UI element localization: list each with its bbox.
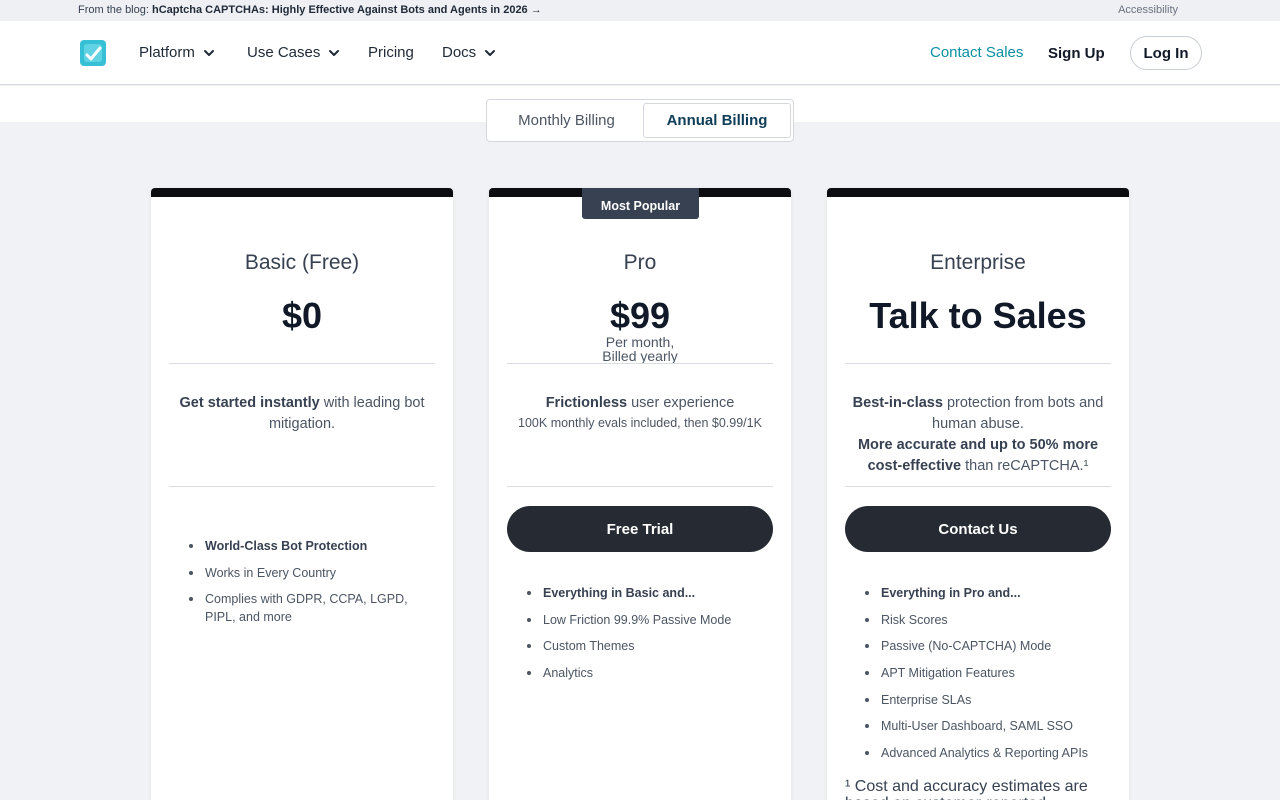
billing-toggle: Monthly Billing Annual Billing bbox=[486, 99, 794, 142]
most-popular-badge: Most Popular bbox=[582, 188, 699, 219]
feature-item: Complies with GDPR, CCPA, LGPD, PIPL, an… bbox=[187, 590, 427, 626]
feature-list: Everything in Basic and... Low Friction … bbox=[525, 584, 765, 691]
desc-small: 100K monthly evals included, then $0.99/… bbox=[518, 416, 762, 430]
monthly-billing-option[interactable]: Monthly Billing bbox=[490, 103, 643, 138]
feature-item: APT Mitigation Features bbox=[863, 664, 1103, 682]
contact-us-button[interactable]: Contact Us bbox=[845, 506, 1111, 552]
desc-rest: than reCAPTCHA.¹ bbox=[961, 458, 1089, 474]
chevron-down-icon bbox=[485, 49, 496, 56]
feature-item: World-Class Bot Protection bbox=[187, 537, 427, 555]
plan-card-enterprise: Enterprise Talk to Sales Best-in-class p… bbox=[827, 188, 1129, 800]
chevron-down-icon bbox=[203, 49, 214, 56]
nav-platform-label: Platform bbox=[139, 44, 195, 61]
feature-item: Multi-User Dashboard, SAML SSO bbox=[863, 717, 1103, 735]
price-subtext: Per month, Billed yearly bbox=[489, 335, 791, 363]
annual-billing-option[interactable]: Annual Billing bbox=[643, 103, 791, 138]
divider bbox=[507, 486, 773, 487]
footnote: ¹ Cost and accuracy estimates are based … bbox=[845, 778, 1088, 800]
feature-list: World-Class Bot Protection Works in Ever… bbox=[187, 537, 427, 635]
feature-list: Everything in Pro and... Risk Scores Pas… bbox=[863, 584, 1103, 771]
plan-price: $99 bbox=[609, 295, 671, 336]
feature-item: Enterprise SLAs bbox=[863, 691, 1103, 709]
contact-sales-link[interactable]: Contact Sales bbox=[930, 44, 1023, 61]
sign-up-link[interactable]: Sign Up bbox=[1048, 45, 1105, 62]
feature-item: Advanced Analytics & Reporting APIs bbox=[863, 744, 1103, 762]
nav-docs-label: Docs bbox=[442, 44, 477, 61]
divider bbox=[845, 363, 1111, 364]
nav-use-cases-label: Use Cases bbox=[247, 44, 321, 61]
feature-item: Everything in Pro and... bbox=[863, 584, 1103, 602]
log-in-button[interactable]: Log In bbox=[1130, 36, 1202, 70]
plan-card-pro: Most Popular Pro $99 Per month, Billed y… bbox=[489, 188, 791, 800]
desc-rest: user experience bbox=[627, 395, 735, 411]
blog-prefix: From the blog: bbox=[78, 4, 149, 16]
plan-description: Best-in-class protection from bots and h… bbox=[845, 393, 1111, 477]
feature-item: Everything in Basic and... bbox=[525, 584, 765, 602]
accessibility-link[interactable]: Accessibility bbox=[1118, 4, 1178, 16]
plan-name: Pro bbox=[623, 251, 657, 274]
divider bbox=[169, 486, 435, 487]
feature-item: Custom Themes bbox=[525, 637, 765, 655]
announcement-bar: From the blog: hCaptcha CAPTCHAs: Highly… bbox=[0, 0, 1280, 21]
plan-description: Frictionless user experience 100K monthl… bbox=[507, 393, 773, 432]
chevron-down-icon bbox=[329, 49, 340, 56]
nav-use-cases[interactable]: Use Cases bbox=[247, 44, 341, 61]
desc-bold: Get started instantly bbox=[179, 395, 320, 411]
plan-description: Get started instantly with leading bot m… bbox=[169, 393, 435, 435]
desc-bold: Frictionless bbox=[545, 395, 628, 411]
price-sub-line: Billed yearly bbox=[602, 348, 678, 364]
nav-pricing[interactable]: Pricing bbox=[368, 44, 414, 61]
feature-item: Low Friction 99.9% Passive Mode bbox=[525, 611, 765, 629]
blog-link[interactable]: hCaptcha CAPTCHAs: Highly Effective Agai… bbox=[152, 4, 542, 16]
plan-name: Enterprise bbox=[930, 251, 1026, 274]
desc-bold: Best-in-class bbox=[852, 395, 943, 411]
nav-platform[interactable]: Platform bbox=[139, 44, 216, 61]
divider bbox=[507, 363, 773, 364]
blog-announcement[interactable]: From the blog: hCaptcha CAPTCHAs: Highly… bbox=[78, 4, 542, 16]
plan-card-basic: Basic (Free) $0 Get started instantly wi… bbox=[151, 188, 453, 800]
feature-item: Works in Every Country bbox=[187, 564, 427, 582]
desc-rest: protection from bots and human abuse. bbox=[932, 395, 1104, 432]
free-trial-button[interactable]: Free Trial bbox=[507, 506, 773, 552]
plan-price: $0 bbox=[281, 295, 323, 336]
divider bbox=[169, 363, 435, 364]
plan-name: Basic (Free) bbox=[244, 251, 360, 274]
feature-item: Analytics bbox=[525, 664, 765, 682]
price-sub-line: Per month, bbox=[605, 334, 675, 350]
main-nav: Platform Use Cases Pricing Docs Contact … bbox=[0, 21, 1280, 85]
feature-item: Risk Scores bbox=[863, 611, 1103, 629]
nav-docs[interactable]: Docs bbox=[442, 44, 497, 61]
divider bbox=[845, 486, 1111, 487]
hcaptcha-logo-icon[interactable] bbox=[78, 38, 108, 68]
feature-item: Passive (No-CAPTCHA) Mode bbox=[863, 637, 1103, 655]
plan-price: Talk to Sales bbox=[869, 295, 1087, 336]
